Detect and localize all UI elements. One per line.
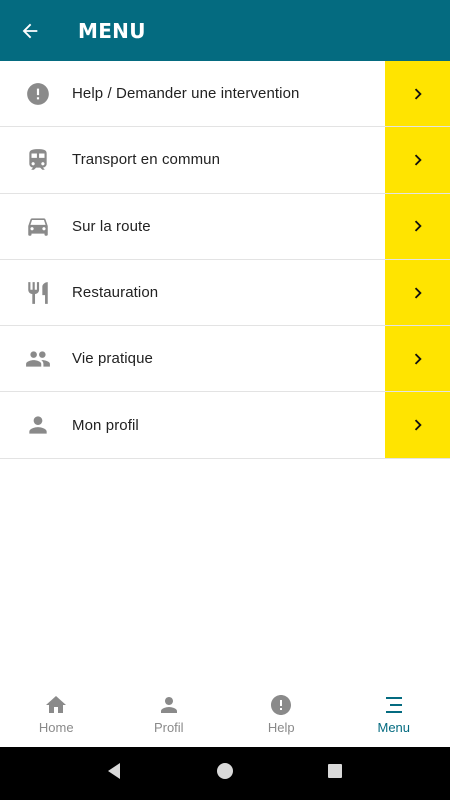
menu-item-label: Mon profil bbox=[72, 416, 139, 434]
nav-label: Menu bbox=[377, 720, 411, 735]
menu-item-label: Transport en commun bbox=[72, 151, 221, 169]
menu-item-profil[interactable]: Mon profil bbox=[0, 392, 450, 459]
alert-circle-icon bbox=[271, 695, 292, 715]
menu-icon bbox=[385, 697, 402, 713]
menu-item-transport[interactable]: Transport en commun bbox=[0, 127, 450, 194]
chevron-right-icon[interactable] bbox=[385, 61, 450, 127]
system-back-button[interactable] bbox=[105, 761, 125, 786]
square-recents-icon bbox=[328, 764, 342, 778]
system-nav-bar bbox=[0, 747, 450, 800]
chevron-right-icon[interactable] bbox=[385, 392, 450, 458]
train-icon bbox=[0, 127, 72, 192]
menu-item-help[interactable]: Help / Demander une intervention bbox=[0, 61, 450, 128]
nav-help[interactable]: Help bbox=[225, 686, 338, 747]
system-home-button[interactable] bbox=[215, 761, 235, 786]
triangle-back-icon bbox=[108, 763, 120, 779]
menu-item-vie-pratique[interactable]: Vie pratique bbox=[0, 326, 450, 393]
menu-item-restauration[interactable]: Restauration bbox=[0, 259, 450, 327]
alert-circle-icon bbox=[0, 61, 72, 126]
menu-item-label: Restauration bbox=[72, 284, 159, 302]
nav-home[interactable]: Home bbox=[0, 686, 113, 747]
nav-menu[interactable]: Menu bbox=[338, 686, 450, 747]
app-bar: MENU bbox=[0, 0, 450, 61]
menu-item-label: Help / Demander une intervention bbox=[72, 85, 300, 103]
car-icon bbox=[0, 194, 72, 259]
menu-item-route[interactable]: Sur la route bbox=[0, 193, 450, 260]
home-icon bbox=[46, 696, 67, 713]
bottom-nav: Home Profil Help Menu bbox=[0, 686, 450, 747]
nav-profil[interactable]: Profil bbox=[113, 686, 226, 747]
restaurant-icon bbox=[0, 260, 72, 325]
person-icon bbox=[160, 697, 177, 713]
chevron-right-icon[interactable] bbox=[385, 259, 450, 326]
menu-list: Help / Demander une intervention Transpo… bbox=[0, 61, 450, 459]
nav-label: Help bbox=[267, 720, 295, 735]
system-recents-button[interactable] bbox=[325, 761, 345, 786]
chevron-right-icon[interactable] bbox=[385, 127, 450, 193]
person-icon bbox=[0, 392, 72, 457]
menu-item-label: Vie pratique bbox=[72, 350, 153, 368]
back-button[interactable] bbox=[0, 0, 60, 61]
circle-home-icon bbox=[217, 763, 233, 779]
people-icon bbox=[0, 326, 72, 391]
chevron-right-icon[interactable] bbox=[385, 193, 450, 259]
menu-item-label: Sur la route bbox=[72, 217, 151, 235]
arrow-left-icon bbox=[22, 23, 38, 38]
nav-label: Home bbox=[38, 720, 74, 735]
nav-label: Profil bbox=[153, 720, 184, 735]
page-title: MENU bbox=[78, 18, 146, 43]
chevron-right-icon[interactable] bbox=[385, 326, 450, 392]
